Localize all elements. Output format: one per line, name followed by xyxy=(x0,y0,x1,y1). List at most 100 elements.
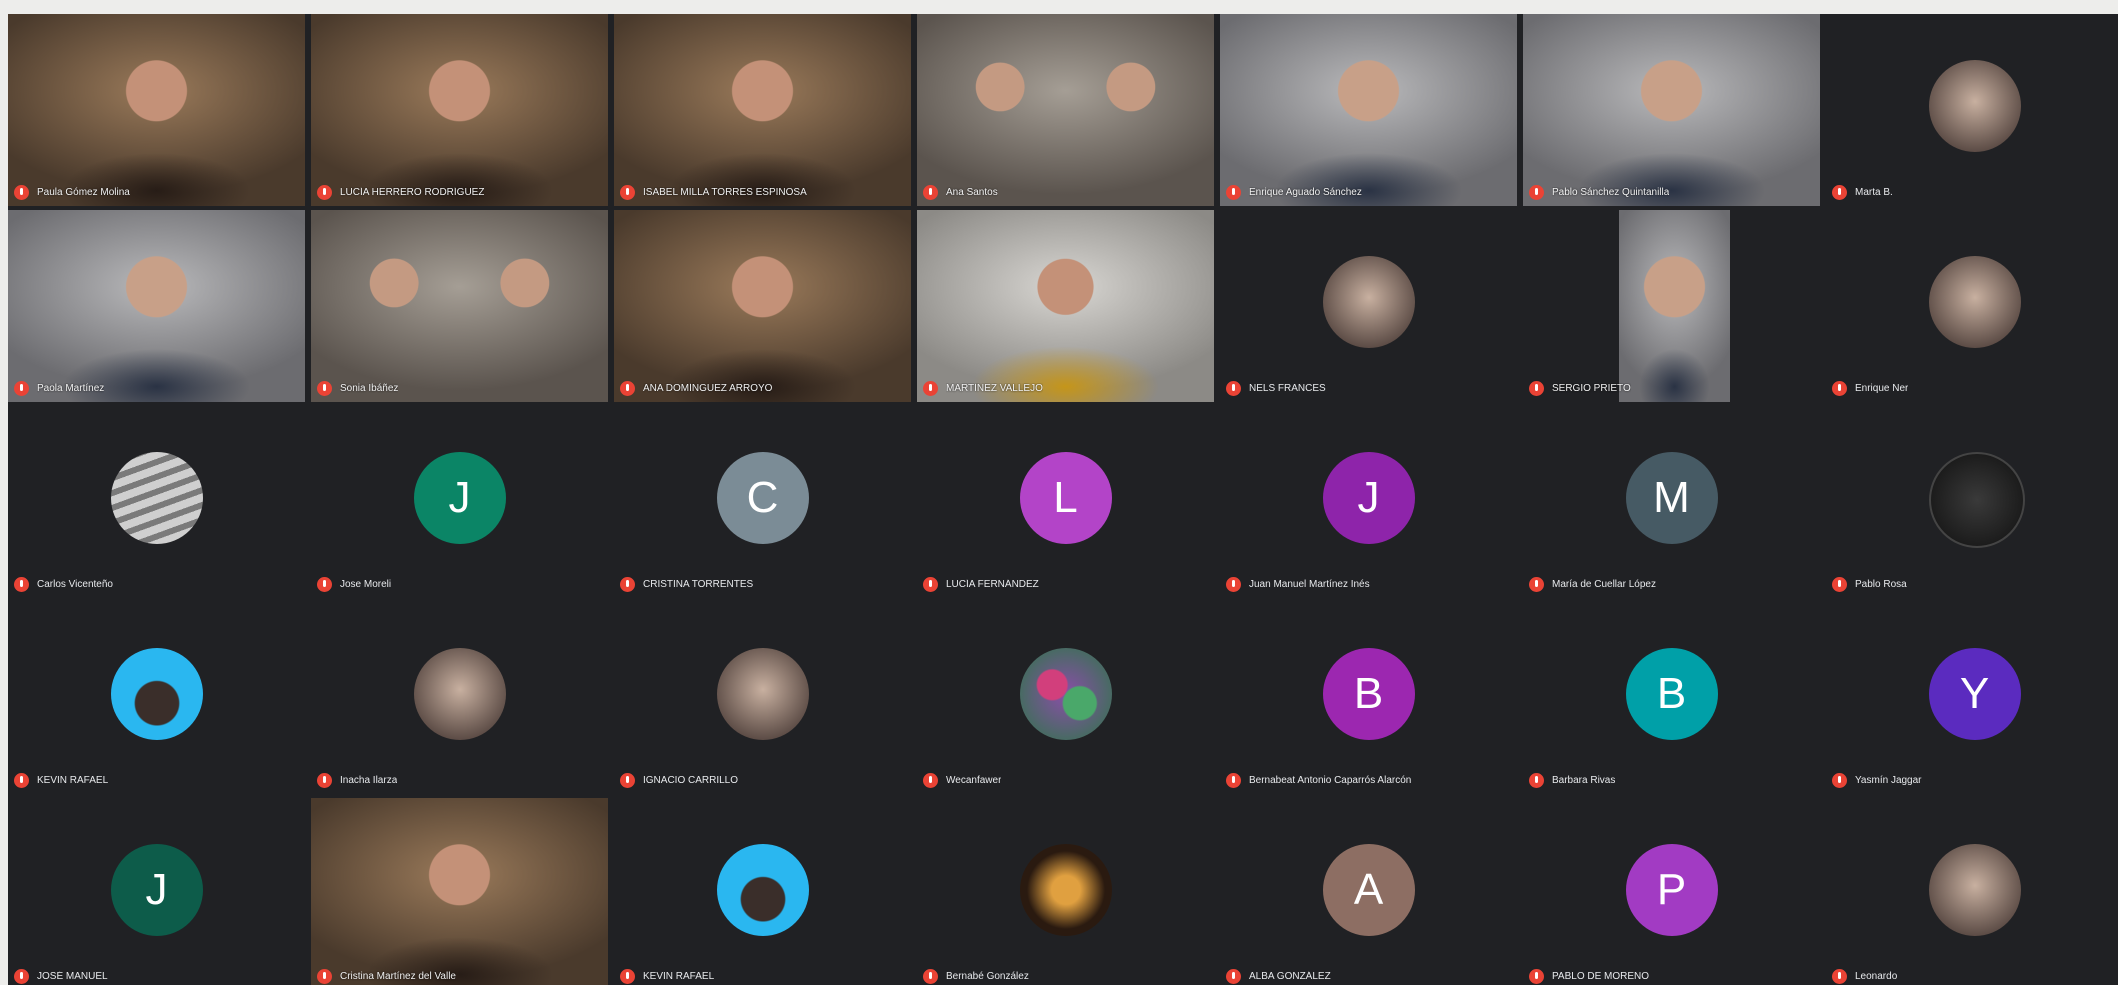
participant-tile[interactable]: J Jose Moreli xyxy=(311,406,608,598)
participant-tile[interactable]: Leonardo xyxy=(1826,798,2118,985)
participant-label: MARTÍNEZ VALLEJO xyxy=(923,381,1043,396)
mic-off-icon xyxy=(1832,185,1847,200)
video-feed xyxy=(614,210,911,402)
participant-name: SERGIO PRIETO xyxy=(1552,383,1631,394)
participant-name: CRISTINA TORRENTES xyxy=(643,579,754,590)
participant-name: Ana Santos xyxy=(946,187,998,198)
mic-off-icon xyxy=(1832,969,1847,984)
mic-off-icon xyxy=(14,773,29,788)
participant-tile[interactable]: Carlos Vicenteño xyxy=(8,406,305,598)
participant-tile[interactable]: Enrique Aguado Sánchez xyxy=(1220,14,1517,206)
mic-off-icon xyxy=(1529,773,1544,788)
participant-tile[interactable]: Paola Martínez xyxy=(8,210,305,402)
participant-name: MARTÍNEZ VALLEJO xyxy=(946,383,1043,394)
participant-tile[interactable]: SERGIO PRIETO xyxy=(1523,210,1820,402)
mic-off-icon xyxy=(1832,381,1847,396)
participant-name: NELS FRANCES xyxy=(1249,383,1326,394)
participant-tile[interactable]: LUCÍA HERRERO RODRÍGUEZ xyxy=(311,14,608,206)
participant-tile[interactable]: MARTÍNEZ VALLEJO xyxy=(917,210,1214,402)
avatar: J xyxy=(110,844,203,936)
participant-tile[interactable]: Inacha Ilarza xyxy=(311,602,608,794)
mic-off-icon xyxy=(1226,969,1241,984)
mic-off-icon xyxy=(1529,185,1544,200)
participant-tile[interactable]: Ana Santos xyxy=(917,14,1214,206)
participant-tile[interactable]: L LUCÍA FERNÁNDEZ xyxy=(917,406,1214,598)
participant-label: ALBA GONZÁLEZ xyxy=(1226,969,1331,984)
participant-name: María de Cuellar López xyxy=(1552,579,1656,590)
mic-off-icon xyxy=(317,381,332,396)
mic-off-icon xyxy=(1226,185,1241,200)
avatar: C xyxy=(716,452,809,544)
participant-tile[interactable]: KEVIN RAFAEL xyxy=(8,602,305,794)
participant-tile[interactable]: J Juan Manuel Martínez Inés xyxy=(1220,406,1517,598)
participant-tile[interactable]: Paula Gómez Molina xyxy=(8,14,305,206)
mic-off-icon xyxy=(1832,577,1847,592)
participant-tile[interactable]: A ALBA GONZÁLEZ xyxy=(1220,798,1517,985)
participant-tile[interactable]: ISABEL MILLA TORRES ESPINOSA xyxy=(614,14,911,206)
participant-label: Pablo Sánchez Quintanilla xyxy=(1529,185,1669,200)
mic-off-icon xyxy=(620,381,635,396)
participant-tile[interactable]: Y Yasmín Jaggar xyxy=(1826,602,2118,794)
mic-off-icon xyxy=(923,577,938,592)
mic-off-icon xyxy=(317,185,332,200)
participant-label: KEVIN RAFAEL xyxy=(14,773,108,788)
participant-label: Paola Martínez xyxy=(14,381,104,396)
participant-tile[interactable]: Enrique Ner xyxy=(1826,210,2118,402)
participant-label: SERGIO PRIETO xyxy=(1529,381,1631,396)
avatar xyxy=(1928,256,2021,348)
participant-name: Paola Martínez xyxy=(37,383,105,394)
participant-label: Carlos Vicenteño xyxy=(14,577,113,592)
participant-tile[interactable]: J JOSÉ MANUEL xyxy=(8,798,305,985)
participant-tile[interactable]: Pablo Rosa xyxy=(1826,406,2118,598)
video-feed xyxy=(1220,14,1517,206)
avatar xyxy=(1019,648,1112,740)
avatar xyxy=(1928,452,2025,548)
participant-label: Wecanfawer xyxy=(923,773,1001,788)
avatar xyxy=(413,648,506,740)
participant-label: Yasmín Jaggar xyxy=(1832,773,1922,788)
participant-tile[interactable]: NELS FRANCES xyxy=(1220,210,1517,402)
participant-label: NELS FRANCES xyxy=(1226,381,1326,396)
mic-off-icon xyxy=(1226,773,1241,788)
participant-tile[interactable]: C CRISTINA TORRENTES xyxy=(614,406,911,598)
avatar: B xyxy=(1322,648,1415,740)
participant-name: JOSÉ MANUEL xyxy=(37,971,108,982)
avatar xyxy=(1322,256,1415,348)
participant-tile[interactable]: Sonia Ibáñez xyxy=(311,210,608,402)
mic-off-icon xyxy=(620,773,635,788)
video-feed xyxy=(8,14,305,206)
avatar: J xyxy=(413,452,506,544)
participant-label: María de Cuellar López xyxy=(1529,577,1656,592)
participant-tile[interactable]: IGNACIO CARRILLO xyxy=(614,602,911,794)
participant-tile[interactable]: KEVIN RAFAEL xyxy=(614,798,911,985)
participant-grid: Paula Gómez Molina LUCÍA HERRERO RODRÍGUE… xyxy=(8,14,2118,985)
participant-tile[interactable]: Marta B. xyxy=(1826,14,2118,206)
participant-name: IGNACIO CARRILLO xyxy=(643,775,739,786)
participant-label: ANA DOMÍNGUEZ ARROYO xyxy=(620,381,772,396)
participant-label: Bernabé González xyxy=(923,969,1029,984)
mic-off-icon xyxy=(317,577,332,592)
participant-tile[interactable]: Cristina Martínez del Valle xyxy=(311,798,608,985)
participant-tile[interactable]: Pablo Sánchez Quintanilla xyxy=(1523,14,1820,206)
participant-name: PABLO DE MORENO xyxy=(1552,971,1650,982)
participant-label: Bernabeat Antonio Caparrós Alarcón xyxy=(1226,773,1411,788)
avatar: M xyxy=(1625,452,1718,544)
participant-tile[interactable]: Bernabé González xyxy=(917,798,1214,985)
participant-tile[interactable]: Wecanfawer xyxy=(917,602,1214,794)
participant-name: Marta B. xyxy=(1855,187,1893,198)
participant-tile[interactable]: ANA DOMÍNGUEZ ARROYO xyxy=(614,210,911,402)
participant-tile[interactable]: P PABLO DE MORENO xyxy=(1523,798,1820,985)
participant-name: ALBA GONZÁLEZ xyxy=(1249,971,1331,982)
mic-off-icon xyxy=(620,185,635,200)
video-feed xyxy=(1523,14,1820,206)
participant-label: Enrique Ner xyxy=(1832,381,1908,396)
video-feed xyxy=(311,210,608,402)
participant-tile[interactable]: B Bernabeat Antonio Caparrós Alarcón xyxy=(1220,602,1517,794)
participant-label: KEVIN RAFAEL xyxy=(620,969,714,984)
avatar xyxy=(1019,844,1112,936)
participant-tile[interactable]: M María de Cuellar López xyxy=(1523,406,1820,598)
participant-name: Cristina Martínez del Valle xyxy=(340,971,456,982)
participant-name: Inacha Ilarza xyxy=(340,775,398,786)
participant-tile[interactable]: B Barbara Rivas xyxy=(1523,602,1820,794)
participant-name: Pablo Sánchez Quintanilla xyxy=(1552,187,1670,198)
